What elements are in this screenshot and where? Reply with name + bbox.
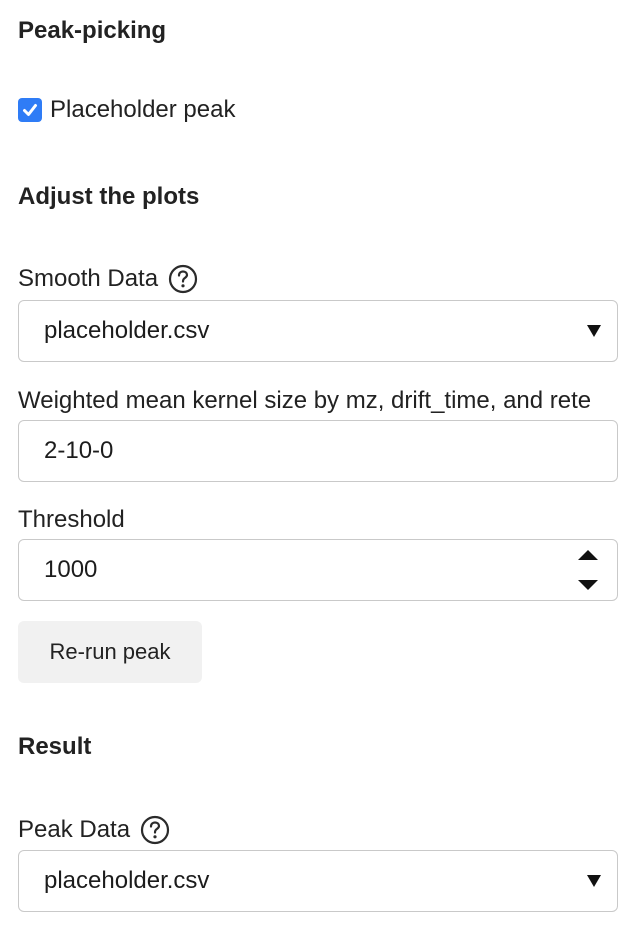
threshold-input-value: 1000 [44,556,98,583]
check-icon [23,104,37,116]
smooth-data-label: Smooth Data [18,265,159,292]
section-title-adjust-plots: Adjust the plots [18,183,200,210]
smooth-data-label-row: Smooth Data [18,264,198,294]
help-icon[interactable] [140,815,170,845]
peak-data-label: Peak Data [18,816,131,843]
kernel-size-label: Weighted mean kernel size by mz, drift_t… [18,387,592,414]
section-title-peak-picking: Peak-picking [18,17,167,44]
smooth-data-select-value: placeholder.csv [44,317,210,344]
caret-down-icon [587,325,601,337]
peak-data-select[interactable]: placeholder.csv [18,850,618,912]
spinner-arrows-icon[interactable] [577,548,599,592]
section-title-result: Result [18,733,92,760]
threshold-label: Threshold [18,506,125,533]
caret-down-icon [587,875,601,887]
kernel-size-input-value: 2-10-0 [44,437,114,464]
rerun-peak-button[interactable]: Re-run peak [18,621,202,683]
smooth-data-select[interactable]: placeholder.csv [18,300,618,362]
checkbox-label[interactable]: Placeholder peak [50,96,235,124]
threshold-number-input[interactable]: 1000 [18,539,618,601]
placeholder-peak-checkbox-row[interactable]: Placeholder peak [18,96,235,124]
kernel-size-input[interactable]: 2-10-0 [18,420,618,482]
checkbox-checked[interactable] [18,98,42,122]
peak-data-label-row: Peak Data [18,815,170,845]
help-icon[interactable] [168,264,198,294]
peak-data-select-value: placeholder.csv [44,867,210,894]
